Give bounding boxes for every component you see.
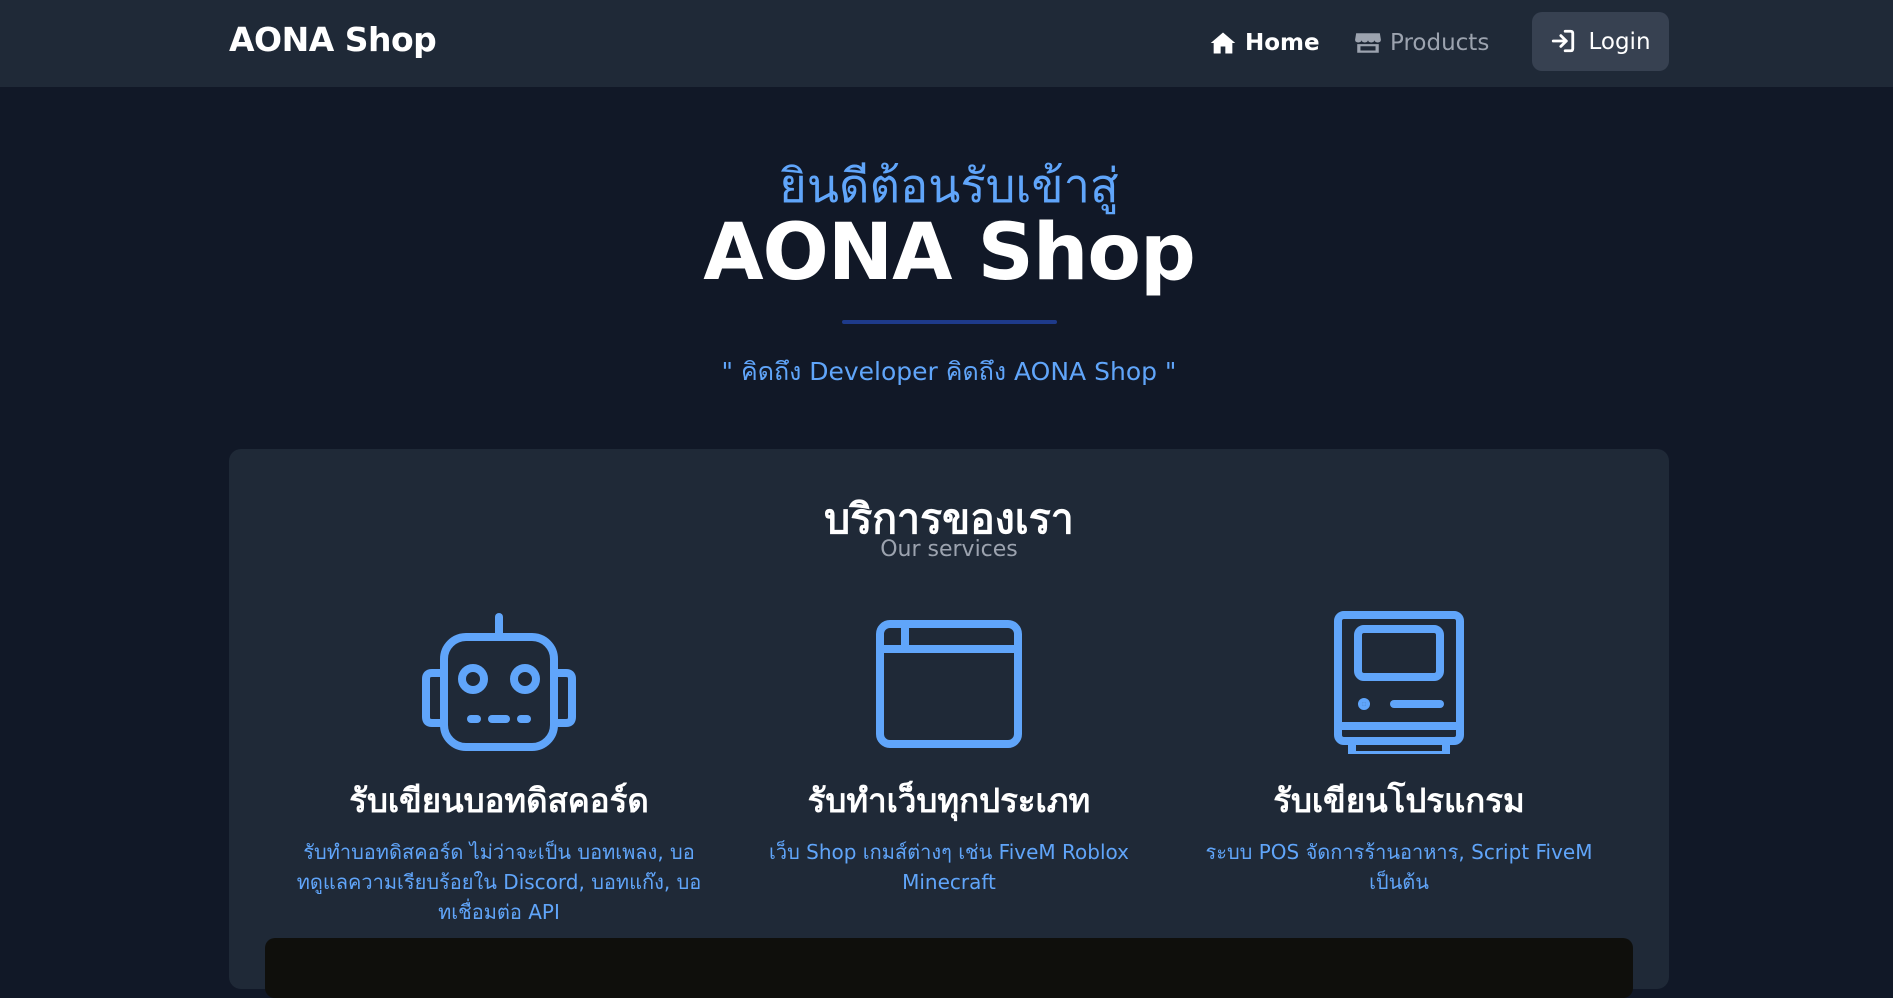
preview-panel [265, 938, 1633, 998]
robot-icon [279, 609, 719, 754]
brand-logo[interactable]: AONA Shop [229, 20, 437, 59]
login-button[interactable]: Login [1532, 12, 1669, 71]
service-title: รับเขียนโปรแกรม [1273, 781, 1525, 820]
store-icon [1354, 29, 1382, 57]
nav-products-label: Products [1390, 30, 1490, 56]
login-label: Login [1588, 28, 1651, 55]
hero-title: AONA Shop [703, 208, 1196, 298]
hero-tagline: " คิดถึง Developer คิดถึง AONA Shop " [721, 357, 1177, 386]
nav-home-label: Home [1245, 30, 1320, 56]
home-icon [1209, 29, 1237, 57]
hero-divider [842, 320, 1057, 324]
services-subtitle: Our services [880, 537, 1018, 562]
sign-in-icon [1550, 28, 1578, 56]
nav-products-link[interactable]: Products [1354, 26, 1489, 60]
service-program: รับเขียนโปรแกรม ระบบ POS จัดการร้านอาหาร… [1179, 609, 1619, 897]
service-title: รับทำเว็บทุกประเภท [807, 781, 1091, 820]
computer-icon [1179, 609, 1619, 754]
service-discord-bot: รับเขียนบอทดิสคอร์ด รับทำบอทดิสคอร์ด ไม่… [279, 609, 719, 927]
service-description: เว็บ Shop เกมส์ต่างๆ เช่น FiveM Roblox M… [769, 840, 1129, 894]
browser-window-icon [729, 609, 1169, 754]
service-website: รับทำเว็บทุกประเภท เว็บ Shop เกมส์ต่างๆ … [729, 609, 1169, 897]
service-title: รับเขียนบอทดิสคอร์ด [349, 781, 649, 820]
services-card: บริการของเรา Our services รับเขียนบอทดิส… [229, 449, 1669, 998]
service-description: ระบบ POS จัดการร้านอาหาร, Script FiveM เ… [1205, 840, 1593, 894]
nav-home-link[interactable]: Home [1209, 26, 1320, 60]
service-description: รับทำบอทดิสคอร์ด ไม่ว่าจะเป็น บอทเพลง, บ… [296, 840, 702, 924]
navbar: AONA Shop Home Products Login [0, 0, 1893, 87]
